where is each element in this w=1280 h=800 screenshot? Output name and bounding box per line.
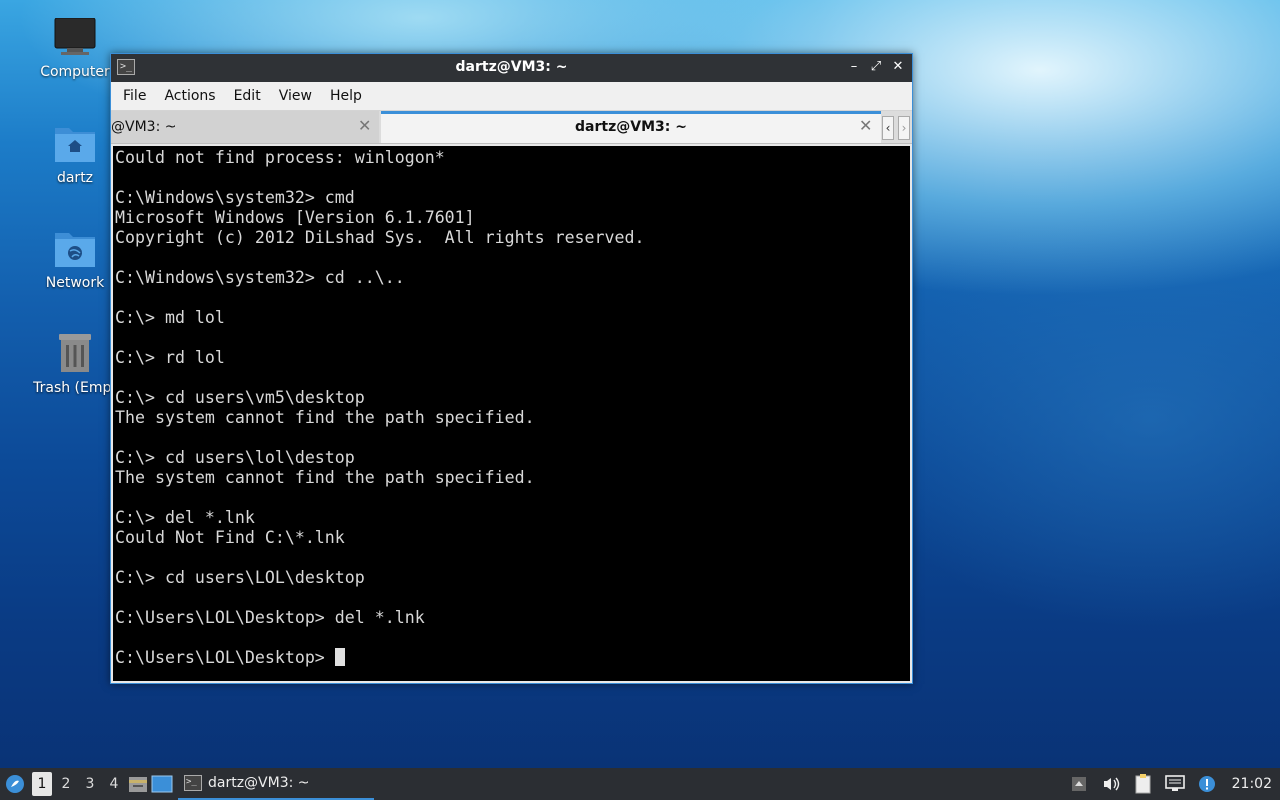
- tray-eject-icon[interactable]: [1068, 773, 1090, 795]
- taskbar-task-label: dartz@VM3: ~: [208, 775, 310, 791]
- taskbar: 1 2 3 4 >_ dartz@VM3: ~ 21:02: [0, 768, 1280, 800]
- window-title: dartz@VM3: ~: [455, 59, 568, 75]
- terminal-line: C:\> md lol: [115, 308, 225, 327]
- tab-close-icon[interactable]: ✕: [859, 116, 872, 135]
- tab-scroll-right-button[interactable]: ›: [898, 116, 910, 140]
- close-button[interactable]: ✕: [890, 58, 906, 76]
- volume-icon[interactable]: [1100, 773, 1122, 795]
- menu-edit[interactable]: Edit: [228, 88, 273, 104]
- menu-actions[interactable]: Actions: [158, 88, 227, 104]
- system-tray: 21:02: [1068, 773, 1280, 795]
- clock[interactable]: 21:02: [1232, 776, 1272, 792]
- terminal-output[interactable]: Could not find process: winlogon* C:\Wind…: [113, 146, 910, 681]
- terminal-line: C:\Windows\system32> cmd: [115, 188, 355, 207]
- terminal-line: C:\> cd users\LOL\desktop: [115, 568, 365, 587]
- terminal-line: Copyright (c) 2012 DiLshad Sys. All righ…: [115, 228, 645, 247]
- network-status-icon[interactable]: [1164, 773, 1186, 795]
- terminal-line: C:\> cd users\vm5\desktop: [115, 388, 365, 407]
- updates-notification-icon[interactable]: [1196, 773, 1218, 795]
- computer-icon: [54, 18, 96, 55]
- home-folder-icon: [55, 128, 95, 162]
- tab-bar: @VM3: ~ ✕ dartz@VM3: ~ ✕ ‹ ›: [111, 111, 912, 144]
- terminal-line: C:\Users\LOL\Desktop>: [115, 648, 908, 668]
- terminal-line: C:\> del *.lnk: [115, 508, 255, 527]
- trash-icon: [59, 334, 91, 372]
- menu-bar: File Actions Edit View Help: [111, 82, 912, 111]
- file-manager-icon: [129, 777, 147, 792]
- minimize-button[interactable]: –: [846, 58, 862, 76]
- tab-label: @VM3: ~: [111, 119, 177, 135]
- terminal-line: Could Not Find C:\*.lnk: [115, 528, 345, 547]
- terminal-cursor: [334, 648, 345, 666]
- tab-inactive[interactable]: @VM3: ~ ✕: [111, 111, 379, 143]
- workspace-3[interactable]: 3: [78, 768, 102, 800]
- terminal-line: C:\Windows\system32> cd ..\..: [115, 268, 405, 287]
- workspace-1[interactable]: 1: [32, 772, 52, 796]
- network-folder-icon: [55, 233, 95, 267]
- terminal-line: Could not find process: winlogon*: [115, 148, 445, 167]
- window-titlebar[interactable]: >_ dartz@VM3: ~ – ⤢ ✕: [111, 54, 912, 82]
- terminal-line: C:\> rd lol: [115, 348, 225, 367]
- menu-view[interactable]: View: [273, 88, 324, 104]
- workspace-2[interactable]: 2: [54, 768, 78, 800]
- menu-help[interactable]: Help: [324, 88, 374, 104]
- terminal-window: >_ dartz@VM3: ~ – ⤢ ✕ File Actions Edit …: [110, 53, 913, 684]
- terminal-line: Microsoft Windows [Version 6.1.7601]: [115, 208, 475, 227]
- terminal-line: C:\Users\LOL\Desktop> del *.lnk: [115, 608, 425, 627]
- tab-active[interactable]: dartz@VM3: ~ ✕: [381, 111, 881, 143]
- terminal-line: The system cannot find the path specifie…: [115, 408, 535, 427]
- workspace-4[interactable]: 4: [102, 768, 126, 800]
- tab-label: dartz@VM3: ~: [575, 119, 687, 135]
- desktop-icon: [151, 775, 173, 793]
- taskbar-task-terminal[interactable]: >_ dartz@VM3: ~: [178, 768, 374, 800]
- menu-file[interactable]: File: [117, 88, 158, 104]
- start-menu-icon: [6, 775, 24, 793]
- terminal-line: The system cannot find the path specifie…: [115, 468, 535, 487]
- file-manager-launcher[interactable]: [126, 768, 150, 800]
- tab-close-icon[interactable]: ✕: [358, 116, 371, 135]
- terminal-line: C:\> cd users\lol\destop: [115, 448, 355, 467]
- tab-scroll-left-button[interactable]: ‹: [882, 116, 894, 140]
- clipboard-icon[interactable]: [1132, 773, 1154, 795]
- start-menu-button[interactable]: [0, 768, 30, 800]
- terminal-task-icon: >_: [184, 775, 202, 791]
- maximize-button[interactable]: ⤢: [868, 58, 884, 76]
- show-desktop-button[interactable]: [150, 768, 174, 800]
